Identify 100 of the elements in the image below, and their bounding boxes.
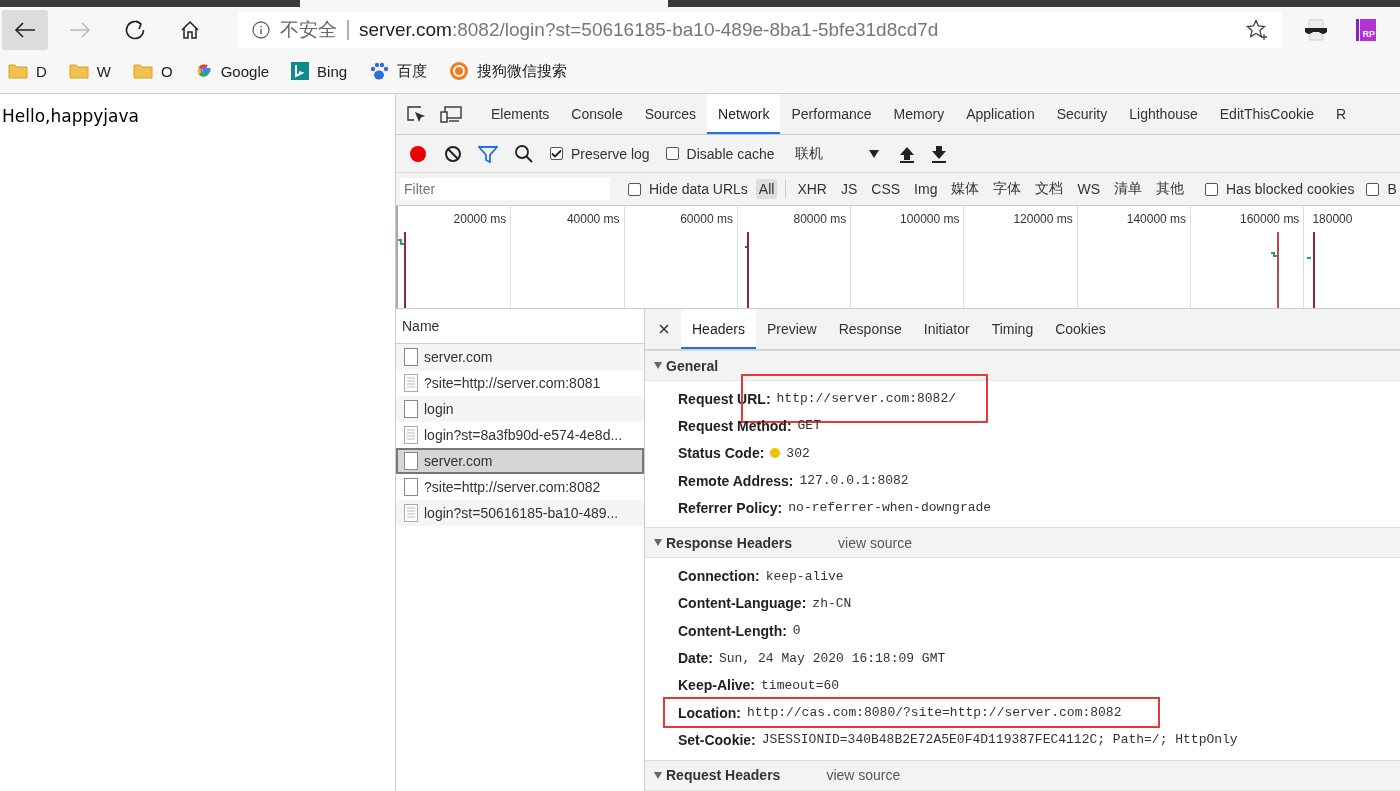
request-row[interactable]: server.com [396,448,644,474]
header-value: timeout=60 [761,677,840,693]
checkbox[interactable] [628,182,641,196]
search-icon[interactable] [514,143,534,164]
detail-tab[interactable]: Preview [755,309,828,349]
text-file-icon [404,374,418,392]
header-name: Keep-Alive: [678,677,756,694]
bookmark[interactable]: D [8,62,47,80]
header-value: 127.0.0.1:8082 [799,473,909,489]
header-value: GET [797,418,821,434]
filter-field[interactable]: Filter [400,178,610,200]
type-filter-button[interactable]: All [755,179,778,199]
checkbox[interactable] [1205,182,1218,196]
devtools-tab[interactable]: Security [1045,94,1119,134]
request-row[interactable]: ?site=http://server.com:8082 [396,474,644,500]
request-row[interactable]: login [396,396,644,422]
inspect-element-icon[interactable] [406,104,426,124]
checkbox[interactable] [665,147,679,160]
detail-tab[interactable]: Response [827,309,913,349]
section-header[interactable]: General [645,351,1400,381]
bookmark[interactable]: 搜狗微信搜索 [449,61,568,81]
timeline-tick-label: 160000 ms [1191,206,1305,308]
timeline-tick-label: 180000 [1311,211,1354,228]
header-name: Status Code: [678,445,765,462]
type-filter-button[interactable]: CSS [868,179,904,199]
caret-icon [868,149,879,158]
forward-arrow-icon [69,20,91,39]
header-value: keep-alive [765,568,844,584]
view-source-link[interactable]: view source [826,767,901,784]
bookmark[interactable]: Google [194,62,270,80]
section-title: General [666,357,719,374]
record-stop-icon[interactable] [408,143,428,164]
section-header[interactable]: Request Headers view source [645,760,1400,791]
detail-tab[interactable]: Initiator [912,309,981,349]
detail-tab[interactable]: Cookies [1044,309,1117,349]
devtools-tab[interactable]: Network [707,94,781,134]
divider-icon [347,19,349,40]
type-filter-button[interactable]: 媒体 [948,178,983,200]
header-name: Content-Length: [678,622,787,639]
header-name: Referrer Policy: [678,499,783,516]
checkbox-label[interactable]: Has blocked cookies [1226,181,1355,197]
request-row[interactable]: login?st=8a3fb90d-e574-4e8d... [396,422,644,448]
clear-icon[interactable] [444,144,462,163]
mask-icon[interactable] [1304,18,1328,41]
devtools-tab[interactable]: Console [560,94,634,134]
section-header[interactable]: Response Headers view source [645,528,1400,559]
timeline-tick-label: 100000 ms [851,206,965,308]
devtools-tab[interactable]: Lighthouse [1118,94,1209,134]
request-row[interactable]: login?st=50616185-ba10-489... [396,500,644,526]
devtools-tab[interactable]: Sources [633,94,708,134]
timeline-tick-label: 80000 ms [737,206,852,308]
device-toolbar-icon[interactable] [440,105,462,123]
type-filter-button[interactable]: JS [837,179,861,199]
header-value: http://cas.com:8080/?site=http://server.com:8082 [747,705,1122,721]
header-value: 0 [792,623,801,639]
type-filter-button[interactable]: Img [911,179,941,199]
url-text[interactable]: server.com:8082/login?st=50616185-ba10-489e-8ba1-5bfe31d8cd7d [359,18,1236,41]
address-bar[interactable]: 不安全 server.com:8082/login?st=50616185-ba10-489e-8ba1-5bfe31d8cd7d [238,11,1282,48]
request-row[interactable]: server.com [396,344,644,370]
timeline-tick-label: 120000 ms [964,206,1078,308]
extension-button[interactable]: RP [1356,18,1376,41]
reload-icon [124,18,146,41]
bookmark[interactable]: Bing [291,62,348,80]
checkbox[interactable] [1366,182,1380,196]
devtools-tab[interactable]: Application [955,94,1046,134]
bookmark[interactable]: W [68,62,111,80]
document-icon [404,348,418,366]
timeline-tick-label: 40000 ms [511,206,625,308]
download-icon[interactable] [930,144,947,163]
devtools-tab[interactable]: Elements [480,94,561,134]
checkbox-label[interactable]: B [1387,181,1397,197]
type-filter-button[interactable]: WS [1074,179,1103,199]
devtools-tab[interactable]: EditThisCookie [1208,94,1325,134]
header-name: Content-Language: [678,595,807,612]
header-name: Remote Address: [678,472,794,489]
bookmark[interactable]: 百度 [369,61,428,81]
detail-tab[interactable]: Headers [681,309,756,349]
back-button[interactable] [2,9,48,50]
type-filter-button[interactable]: 文档 [1032,178,1067,200]
devtools-tab[interactable]: Memory [882,94,956,134]
type-filter-button[interactable]: 其他 [1153,178,1187,200]
detail-tab[interactable]: Timing [980,309,1045,349]
view-source-link[interactable]: view source [838,535,912,551]
checkbox-label[interactable]: Preserve log [571,145,650,162]
type-filter-button[interactable]: XHR [794,179,830,199]
header-name: Connection: [678,568,760,585]
checkbox-label[interactable]: Hide data URLs [649,181,748,197]
checkbox[interactable] [550,147,563,160]
devtools-tab[interactable]: R [1324,94,1358,134]
folder-icon [68,63,89,79]
header-value: 302 [786,445,810,461]
check-icon [551,149,562,158]
type-filter-button[interactable]: 字体 [990,178,1025,200]
request-row[interactable]: ?site=http://server.com:8081 [396,370,644,396]
devtools-tab[interactable]: Performance [780,94,883,134]
checkbox-label[interactable]: Disable cache [686,145,775,162]
type-filter-button[interactable]: 清单 [1111,178,1145,200]
security-label: 不安全 [280,17,337,42]
filter-icon[interactable] [478,144,498,163]
bookmark[interactable]: O [133,62,173,80]
